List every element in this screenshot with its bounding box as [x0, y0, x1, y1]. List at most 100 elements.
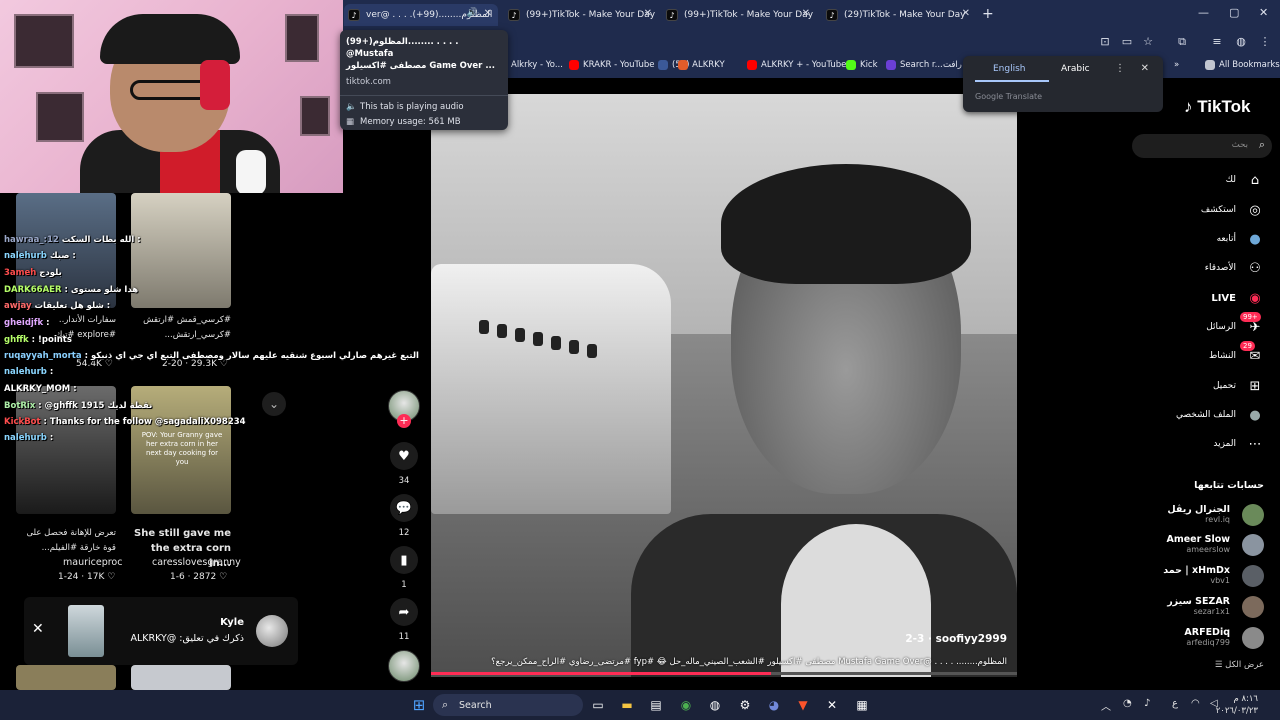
taskbar-search[interactable]: ⌕ Search: [433, 694, 583, 716]
avatar[interactable]: [1242, 504, 1264, 526]
file-explorer-icon[interactable]: ▬: [617, 695, 637, 715]
close-icon[interactable]: ✕: [32, 621, 44, 637]
see-all-link[interactable]: عرض الكل ☰: [1215, 660, 1264, 670]
profile-icon[interactable]: ◍: [1234, 35, 1248, 49]
video-author[interactable]: mauriceproc: [63, 557, 122, 568]
close-tab-icon[interactable]: ✕: [644, 8, 652, 19]
bookmark-item[interactable]: ALKRKY + - YouTube: [747, 60, 846, 70]
tray-chevron-icon[interactable]: ︿: [1101, 698, 1111, 713]
music-disc-avatar[interactable]: [388, 650, 420, 682]
search-icon[interactable]: ⌕: [1259, 138, 1265, 152]
avatar[interactable]: [1242, 534, 1264, 556]
language-indicator[interactable]: ع: [1172, 698, 1178, 709]
webcam-overlay: [0, 0, 343, 193]
nav-activity[interactable]: النشاط ✉ 29: [1209, 341, 1264, 366]
video-caption[interactable]: #كرسي_قمش #ارتقش #كرسي_ارتقش...: [131, 313, 231, 343]
avatar[interactable]: [256, 615, 288, 647]
nav-for-you[interactable]: لك ⌂: [1226, 170, 1264, 190]
video-player[interactable]: 2-3 · soofiyy2999 المظلوم........ . . . …: [431, 94, 1017, 677]
video-author[interactable]: 2-3 · soofiyy2999: [905, 633, 1007, 645]
bookmark-item[interactable]: KRAKR - YouTube: [569, 60, 654, 70]
video-thumb[interactable]: [16, 665, 116, 690]
following-account[interactable]: الجنرال ريڤل revl.iq: [1167, 504, 1230, 524]
tab-3[interactable]: ♪ (99+)TikTok - Make Your Day ✕: [662, 4, 816, 26]
site-icon: [658, 60, 668, 70]
video-progress[interactable]: [431, 672, 1017, 675]
close-tab-icon[interactable]: ✕: [802, 8, 810, 19]
wifi-icon[interactable]: ◠: [1191, 698, 1200, 709]
video-description[interactable]: المظلوم........ . . . . @Mustafa Game Ov…: [491, 657, 1007, 667]
store-icon[interactable]: ▤: [646, 695, 666, 715]
tab-active[interactable]: ♪ ver@ . . . .المظلوم........(99+) 🔊 ✕: [344, 4, 498, 26]
video-caption[interactable]: تعرض للإهانة فحصل على قوة خارقة #الفيلم..…: [16, 526, 116, 556]
search-input[interactable]: بحث ⌕: [1132, 134, 1272, 158]
discord-icon[interactable]: ◕: [764, 695, 784, 715]
all-bookmarks[interactable]: All Bookmarks: [1205, 60, 1280, 70]
new-tab-button[interactable]: +: [982, 6, 994, 22]
comment-icon[interactable]: 💬: [390, 494, 418, 522]
nav-profile[interactable]: الملف الشخصي ●: [1176, 405, 1264, 425]
video-thumb[interactable]: [131, 665, 231, 690]
bookmark-item[interactable]: Search r...: [886, 60, 943, 70]
close-tab-icon[interactable]: ✕: [484, 8, 492, 19]
chrome-icon[interactable]: ◉: [676, 695, 696, 715]
taskbar-clock[interactable]: ٨:١٦ م ٢٠٢٦/٠٣/٢٣: [1216, 693, 1258, 717]
chevron-down-icon[interactable]: ⌄: [262, 392, 286, 416]
video-author[interactable]: caresslovesgranny: [152, 557, 241, 568]
avatar[interactable]: [1242, 627, 1264, 649]
bookmarks-overflow-icon[interactable]: »: [1174, 60, 1179, 70]
minimize-button[interactable]: —: [1198, 6, 1209, 19]
lang-english-tab[interactable]: English: [993, 64, 1026, 74]
tray-app-icon[interactable]: ◔: [1123, 698, 1132, 709]
following-account[interactable]: حمد | xHmDx vbv1: [1163, 565, 1230, 585]
tab-2[interactable]: ♪ (99+)TikTok - Make Your Day ✕: [504, 4, 658, 26]
close-icon[interactable]: ✕: [1141, 63, 1149, 74]
lang-arabic-tab[interactable]: Arabic: [1061, 64, 1090, 74]
bookmark-item[interactable]: Kick: [846, 60, 878, 70]
close-window-button[interactable]: ✕: [1259, 6, 1268, 19]
tiktok-logo[interactable]: ♪ TikTok: [1184, 97, 1250, 117]
nav-live[interactable]: LIVE ◉: [1211, 288, 1264, 308]
speaker-icon[interactable]: 🔊: [467, 8, 478, 18]
translate-icon[interactable]: ⊡: [1098, 35, 1112, 49]
tab-4[interactable]: ♪ (29)TikTok - Make Your Day ✕: [822, 4, 976, 26]
avatar[interactable]: [1242, 596, 1264, 618]
avatar[interactable]: [1242, 565, 1264, 587]
cast-icon[interactable]: ▭: [1120, 35, 1134, 49]
tiktok-icon: ♪: [666, 9, 678, 21]
video-thumb[interactable]: [131, 193, 231, 308]
follow-button[interactable]: +: [397, 414, 411, 428]
site-icon: [886, 60, 896, 70]
following-account[interactable]: ARFEDiq arfediq799: [1184, 627, 1230, 647]
maximize-button[interactable]: ▢: [1229, 6, 1239, 19]
nav-following[interactable]: أتابعه ●: [1217, 229, 1264, 249]
media-icon[interactable]: ≡: [1210, 35, 1224, 49]
following-account[interactable]: سيزر SEZAR sezar1x1: [1167, 596, 1230, 616]
menu-icon[interactable]: ⋮: [1258, 35, 1272, 49]
bookmark-item[interactable]: [678, 60, 692, 70]
settings-icon[interactable]: ⚙: [735, 695, 755, 715]
task-view-icon[interactable]: ▭: [588, 695, 608, 715]
extensions-icon[interactable]: ⧉: [1175, 35, 1189, 49]
nav-explore[interactable]: استكشف ◎: [1201, 200, 1264, 220]
brave-icon[interactable]: ▼: [793, 695, 813, 715]
windows-start-icon[interactable]: ⊞: [409, 695, 429, 715]
star-icon[interactable]: ☆: [1141, 35, 1155, 49]
share-icon[interactable]: ➦: [390, 598, 418, 626]
app-icon[interactable]: ▦: [852, 695, 872, 715]
bookmark-item[interactable]: Alkrky - Yo...: [511, 60, 563, 70]
bookmark-item[interactable]: رافت: [943, 60, 962, 70]
mic-icon[interactable]: ♪: [1144, 698, 1150, 709]
more-options-icon[interactable]: ⋮: [1115, 63, 1125, 74]
nav-messages[interactable]: الرسائل ✈ 99+: [1206, 312, 1264, 337]
heart-icon[interactable]: ♥: [390, 442, 418, 470]
comment-notification[interactable]: ✕ Kyle ذكرك في تعليق: @ALKRKY: [24, 597, 298, 665]
bookmark-icon[interactable]: ▮: [390, 546, 418, 574]
app-icon[interactable]: ◍: [705, 695, 725, 715]
following-account[interactable]: Ameer Slow ameerslow: [1166, 534, 1230, 554]
close-tab-icon[interactable]: ✕: [962, 8, 970, 19]
nav-friends[interactable]: الأصدقاء ⚇: [1205, 258, 1264, 278]
nav-more[interactable]: المزيد ⋯: [1213, 434, 1264, 454]
nav-upload[interactable]: تحميل ⊞: [1213, 376, 1264, 396]
app-icon[interactable]: ✕: [822, 695, 842, 715]
